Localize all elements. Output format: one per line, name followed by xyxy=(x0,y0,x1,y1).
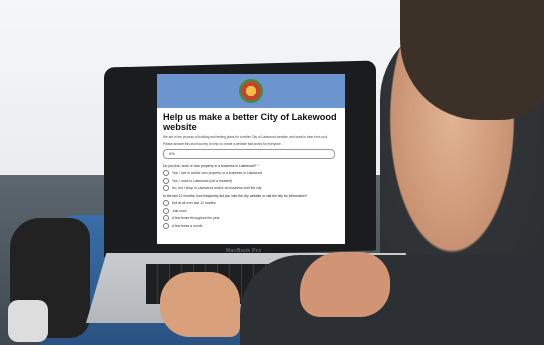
option-label: Not at all over last 12 months xyxy=(172,201,216,205)
photo-scene: Help us make a better City of Lakewood w… xyxy=(0,0,544,345)
radio-button[interactable] xyxy=(163,207,169,214)
radio-button[interactable] xyxy=(163,170,169,176)
radio-option[interactable]: Just once xyxy=(163,207,339,214)
form-header xyxy=(157,74,345,108)
radio-button[interactable] xyxy=(163,215,169,221)
option-label: Yes, I live in and/or own property or a … xyxy=(172,171,263,175)
radio-option[interactable]: A few times a month xyxy=(163,222,339,229)
form-instruction: Please answer this short survey to help … xyxy=(163,142,282,146)
left-hand xyxy=(160,272,240,337)
form-content: Help us make a better City of Lakewood w… xyxy=(163,112,339,230)
question-frequency: In the last 12 months, how frequently di… xyxy=(163,194,308,198)
radio-button[interactable] xyxy=(163,200,169,206)
option-label: No, but I shop in Lakewood and/or do bus… xyxy=(172,186,262,190)
shoe-sole xyxy=(8,300,48,342)
radio-option[interactable]: Yes, I work in Lakewood (not a resident) xyxy=(163,177,339,184)
option-label: Yes, I work in Lakewood (not a resident) xyxy=(172,178,233,183)
form-intro: We are in the process of building and te… xyxy=(163,135,328,139)
question-residency: Do you live, work or own property or a b… xyxy=(163,164,259,168)
radio-option[interactable]: No, but I shop in Lakewood and/or do bus… xyxy=(163,185,339,191)
right-hand xyxy=(300,252,390,317)
option-label: A few times throughout the year xyxy=(172,216,220,220)
laptop-screen: Help us make a better City of Lakewood w… xyxy=(157,74,345,244)
radio-option[interactable]: A few times throughout the year xyxy=(163,215,339,221)
progress-label: 0% xyxy=(169,151,175,156)
option-label: Just once xyxy=(172,208,187,213)
progress-bar: 0% xyxy=(163,149,335,159)
radio-option[interactable]: Yes, I live in and/or own property or a … xyxy=(163,170,339,176)
form-title: Help us make a better City of Lakewood w… xyxy=(163,112,337,132)
shirt xyxy=(240,255,544,345)
city-seal-icon xyxy=(239,79,263,103)
radio-button[interactable] xyxy=(163,185,169,191)
radio-option[interactable]: Not at all over last 12 months xyxy=(163,200,339,206)
option-label: A few times a month xyxy=(172,223,203,228)
radio-button[interactable] xyxy=(163,222,169,229)
radio-button[interactable] xyxy=(163,177,169,184)
